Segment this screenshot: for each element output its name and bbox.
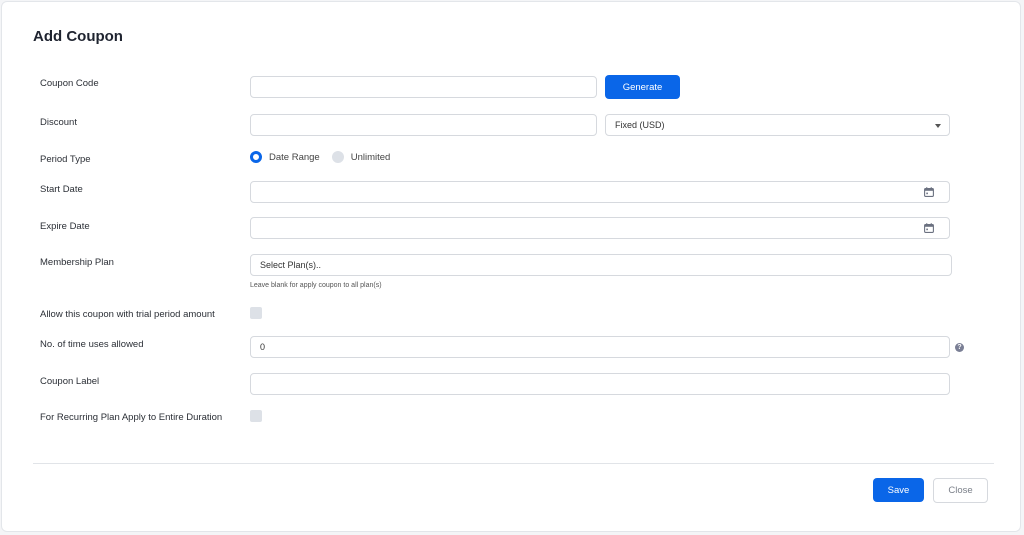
discount-type-value: Fixed (USD) bbox=[615, 120, 665, 130]
uses-allowed-label: No. of time uses allowed bbox=[40, 339, 144, 350]
help-icon[interactable]: ? bbox=[955, 343, 964, 352]
membership-plan-hint: Leave blank for apply coupon to all plan… bbox=[250, 282, 382, 289]
chevron-down-icon bbox=[935, 124, 941, 128]
footer-divider bbox=[33, 463, 994, 464]
radio-unchecked-icon[interactable] bbox=[331, 151, 344, 163]
membership-plan-label: Membership Plan bbox=[40, 257, 114, 268]
coupon-code-label: Coupon Code bbox=[40, 78, 99, 89]
coupon-code-input[interactable] bbox=[250, 76, 597, 98]
trial-period-checkbox[interactable] bbox=[250, 307, 262, 319]
period-type-label: Period Type bbox=[40, 154, 91, 165]
discount-input[interactable] bbox=[250, 114, 597, 136]
start-date-input[interactable] bbox=[250, 181, 950, 203]
coupon-label-input[interactable] bbox=[250, 373, 950, 395]
generate-button[interactable]: Generate bbox=[605, 75, 680, 99]
radio-date-range[interactable]: Date Range bbox=[250, 151, 320, 163]
recurring-checkbox[interactable] bbox=[250, 410, 262, 422]
discount-label: Discount bbox=[40, 117, 77, 128]
expire-date-label: Expire Date bbox=[40, 221, 90, 232]
membership-plan-select[interactable] bbox=[250, 254, 952, 276]
page-title: Add Coupon bbox=[33, 28, 123, 45]
uses-allowed-input[interactable] bbox=[250, 336, 950, 358]
coupon-label-label: Coupon Label bbox=[40, 376, 100, 387]
trial-period-label: Allow this coupon with trial period amou… bbox=[40, 309, 215, 320]
expire-date-input[interactable] bbox=[250, 217, 950, 239]
radio-unlimited-label: Unlimited bbox=[350, 151, 391, 163]
close-button[interactable]: Close bbox=[933, 478, 988, 503]
start-date-label: Start Date bbox=[40, 184, 83, 195]
add-coupon-panel: Add Coupon Coupon Code Generate Discount… bbox=[1, 1, 1021, 532]
radio-date-range-label: Date Range bbox=[269, 151, 320, 163]
calendar-icon[interactable] bbox=[924, 187, 934, 197]
radio-unlimited[interactable]: Unlimited bbox=[331, 151, 391, 163]
recurring-label: For Recurring Plan Apply to Entire Durat… bbox=[40, 412, 223, 423]
calendar-icon[interactable] bbox=[924, 223, 934, 233]
save-button[interactable]: Save bbox=[873, 478, 924, 502]
period-type-radio-group: Date Range Unlimited bbox=[250, 151, 402, 163]
radio-checked-icon[interactable] bbox=[250, 151, 262, 163]
discount-type-select[interactable]: Fixed (USD) bbox=[605, 114, 950, 136]
